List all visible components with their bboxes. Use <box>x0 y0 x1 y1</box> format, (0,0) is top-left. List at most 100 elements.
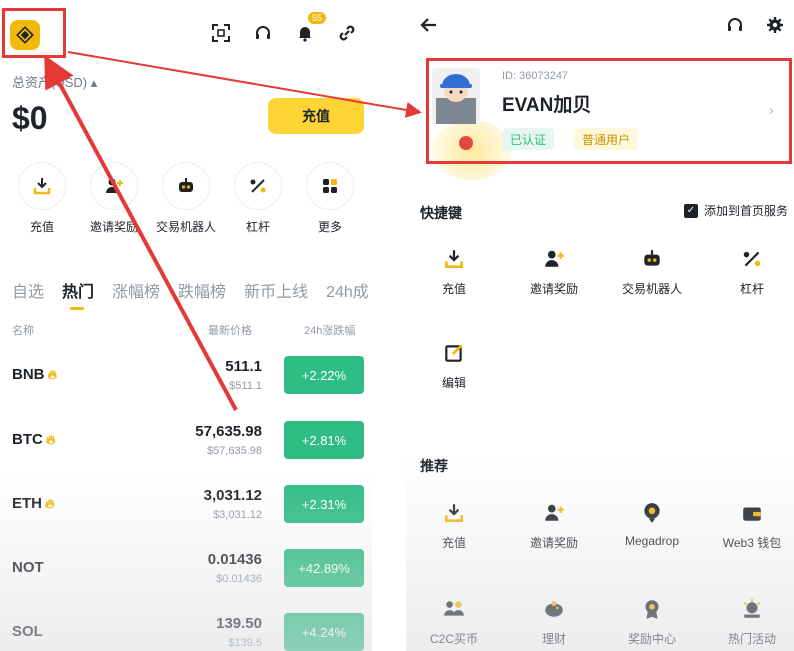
coin-price: 511.1 <box>225 358 262 375</box>
change-badge[interactable]: +2.22% <box>284 356 364 394</box>
coin-row-not[interactable]: NOT 0.01436 $0.01436 +42.89% <box>0 543 372 607</box>
quick-more[interactable]: 更多 <box>297 162 363 235</box>
shortcut-deposit[interactable]: 充值 <box>406 246 502 297</box>
user-type-badge[interactable]: 普通用户 <box>574 128 639 150</box>
recommend-label: Web3 钱包 <box>722 536 782 550</box>
recommend-hot-events[interactable]: 热门活动 <box>704 596 794 647</box>
quick-invite[interactable]: 邀请奖励 <box>81 162 147 235</box>
hot-flame-icon: 🔥︎ <box>47 366 58 382</box>
headset-icon[interactable] <box>726 16 744 39</box>
tab-losers[interactable]: 跌幅榜 <box>178 278 226 302</box>
recommend-label: C2C买币 <box>429 632 478 646</box>
coin-row-sol[interactable]: SOL 139.50 $139.5 +4.24% <box>0 607 372 651</box>
shortcut-edit[interactable]: 编辑 <box>406 340 502 391</box>
home-screen: 55 总资产(USD) ▴ $0 充值 充值 邀请奖励 交易机器人 杠杆 更多 <box>0 0 372 651</box>
change-badge[interactable]: +2.31% <box>284 485 364 523</box>
change-badge[interactable]: +42.89% <box>284 549 364 587</box>
quick-leverage[interactable]: 杠杆 <box>225 162 291 235</box>
screen-gutter <box>372 0 406 651</box>
quick-action-label: 邀请奖励 <box>89 220 138 234</box>
edit-icon <box>445 344 463 362</box>
change-badge[interactable]: +4.24% <box>284 613 364 651</box>
shortcut-label: 充值 <box>441 282 466 296</box>
event-icon <box>743 599 761 618</box>
profile-header-icons <box>726 16 784 39</box>
user-id[interactable]: ID: 36073247 <box>502 70 568 82</box>
column-header-change[interactable]: 24h涨跌幅 <box>304 322 355 338</box>
tab-24h-volume[interactable]: 24h成 <box>326 278 369 302</box>
change-badge[interactable]: +2.81% <box>284 421 364 459</box>
tab-gainers[interactable]: 涨幅榜 <box>112 278 160 302</box>
verified-badge[interactable]: 已认证 <box>502 128 555 150</box>
column-header-price[interactable]: 最新价格 <box>208 322 252 338</box>
coin-row-btc[interactable]: BTC 🔥︎ 57,635.98 $57,635.98 +2.81% <box>0 415 372 479</box>
piggy-icon <box>545 601 563 617</box>
recommend-web3-wallet[interactable]: Web3 钱包 <box>704 500 794 551</box>
hot-flame-icon: 🔥︎ <box>45 431 56 447</box>
profile-menu-screen: ID: 36073247 EVAN加贝 已认证 普通用户 › 快捷键 ✓ 添加到… <box>406 0 794 651</box>
recommend-reward-center[interactable]: 奖励中心 <box>604 596 700 647</box>
chevron-right-icon[interactable]: › <box>769 102 774 120</box>
invite-icon <box>106 178 123 193</box>
coin-row-eth[interactable]: ETH 🔥︎ 3,031.12 $3,031.12 +2.31% <box>0 479 372 543</box>
coin-row-bnb[interactable]: BNB 🔥︎ 511.1 $511.1 +2.22% <box>0 350 372 414</box>
recommend-megadrop[interactable]: Megadrop <box>604 500 700 548</box>
total-assets-label[interactable]: 总资产(USD) ▴ <box>12 72 97 91</box>
column-header-name[interactable]: 名称 <box>12 322 34 338</box>
deposit-icon <box>444 250 464 269</box>
shortcut-label: 编辑 <box>441 376 466 390</box>
recommend-invite[interactable]: 邀请奖励 <box>506 500 602 551</box>
coin-price: 3,031.12 <box>203 487 262 504</box>
coin-price: 139.50 <box>216 615 262 632</box>
recommend-label: 邀请奖励 <box>529 536 578 550</box>
avatar[interactable] <box>432 68 480 124</box>
back-arrow-icon[interactable] <box>420 14 438 40</box>
tab-hot[interactable]: 热门 <box>62 278 94 310</box>
recommend-label: 奖励中心 <box>627 632 676 646</box>
coin-price: 57,635.98 <box>195 423 262 440</box>
recommend-earn[interactable]: 理财 <box>506 596 602 647</box>
invite-icon <box>545 250 564 267</box>
shortcut-invite[interactable]: 邀请奖励 <box>506 246 602 297</box>
coin-symbol: SOL <box>12 623 43 640</box>
link-icon[interactable] <box>336 22 358 44</box>
add-to-home-toggle[interactable]: ✓ 添加到首页服务 <box>683 202 788 219</box>
shortcut-leverage[interactable]: 杠杆 <box>704 246 794 297</box>
coin-price: 0.01436 <box>207 551 262 568</box>
deposit-icon <box>444 504 464 523</box>
coin-usd-price: $511.1 <box>229 380 262 392</box>
shortcut-label: 交易机器人 <box>621 282 682 296</box>
coin-usd-price: $3,031.12 <box>213 509 262 521</box>
recommend-label: Megadrop <box>624 534 680 548</box>
checkbox-checked-icon[interactable]: ✓ <box>683 203 698 218</box>
total-assets-value: $0 <box>12 100 48 136</box>
coin-symbol: BNB <box>12 366 45 383</box>
add-to-home-label: 添加到首页服务 <box>703 204 788 218</box>
gear-icon[interactable] <box>766 16 784 39</box>
coin-usd-price: $139.5 <box>228 637 262 649</box>
coin-usd-price: $0.01436 <box>216 573 262 585</box>
scan-icon[interactable] <box>210 22 232 44</box>
deposit-icon <box>33 178 51 195</box>
headset-icon[interactable] <box>252 22 274 44</box>
coin-usd-price: $57,635.98 <box>206 445 262 457</box>
leverage-icon <box>250 179 266 193</box>
header-icons: 55 <box>210 12 358 44</box>
status-dot-icon <box>459 136 473 150</box>
recommend-label: 理财 <box>541 632 566 646</box>
market-tabs: 自选 热门 涨幅榜 跌幅榜 新币上线 24h成 <box>12 278 369 310</box>
invite-icon <box>545 504 564 521</box>
deposit-button[interactable]: 充值 <box>268 98 364 134</box>
quick-robot[interactable]: 交易机器人 <box>153 162 219 235</box>
quick-action-label: 充值 <box>29 220 54 234</box>
robot-icon <box>179 178 193 192</box>
quick-deposit[interactable]: 充值 <box>9 162 75 235</box>
recommend-deposit[interactable]: 充值 <box>406 500 502 551</box>
recommend-c2c[interactable]: C2C买币 <box>406 596 502 647</box>
profile-card[interactable]: ID: 36073247 EVAN加贝 已认证 普通用户 › <box>422 60 780 180</box>
bell-icon[interactable]: 55 <box>294 12 326 44</box>
tab-new-listings[interactable]: 新币上线 <box>244 278 308 302</box>
shortcut-robot[interactable]: 交易机器人 <box>604 246 700 297</box>
tab-favorites[interactable]: 自选 <box>12 278 44 302</box>
binance-logo-button[interactable] <box>10 20 40 50</box>
